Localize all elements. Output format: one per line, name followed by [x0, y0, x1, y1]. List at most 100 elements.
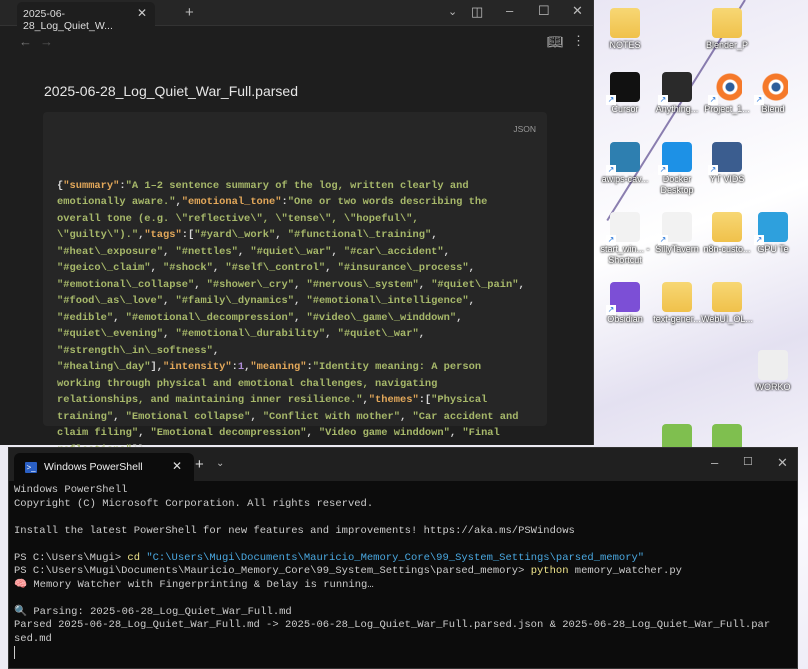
desktop-icon[interactable]: GPU Te	[746, 212, 800, 255]
close-tab-icon[interactable]: ✕	[137, 6, 147, 20]
code-token: "#strength\_in\_softness"	[57, 344, 213, 357]
terminal-text: cd	[127, 551, 147, 564]
code-token: emotionally aware."	[57, 196, 176, 208]
desktop-icon[interactable]: Cursor	[598, 72, 652, 115]
app-icon	[754, 72, 788, 105]
code-token: "#family\_dynamics"	[175, 295, 294, 307]
code-token: ,	[163, 328, 176, 340]
code-token: "tags"	[144, 229, 182, 241]
close-window-icon[interactable]: ✕	[777, 455, 788, 471]
code-token: claim filing"	[57, 427, 139, 439]
minimize-icon[interactable]: –	[506, 3, 513, 18]
chevron-down-icon[interactable]: ⌄	[448, 5, 457, 18]
dropdown-chevron-icon[interactable]: ⌄	[216, 458, 224, 469]
desktop-icon[interactable]: start_win... - Shortcut	[598, 212, 652, 266]
code-line: relationships, and maintaining inner res…	[57, 392, 547, 409]
code-token: "#nettles"	[175, 245, 238, 258]
code-token: "meaning"	[250, 361, 307, 373]
new-tab-icon[interactable]: +	[195, 456, 204, 473]
code-token: :[	[181, 229, 195, 241]
powershell-icon: >_	[25, 462, 37, 473]
code-token: "#edible"	[57, 311, 114, 324]
desktop-icon[interactable]: Obsidian	[598, 282, 652, 325]
terminal-text: "C:\Users\Mugi\Documents\Mauricio_Memory…	[146, 551, 645, 564]
app-icon	[708, 142, 742, 175]
code-token: overall tone (e.g. \"reflective\", \"ten…	[57, 212, 419, 225]
code-token: ,	[325, 328, 338, 340]
desktop-icon-label: Blend	[761, 104, 785, 114]
code-line: "#heat\_exposure", "#nettles", "#quiet\_…	[57, 244, 547, 261]
desktop-icon[interactable]: awips-cav...	[598, 142, 652, 185]
code-token: ,	[293, 295, 307, 307]
back-arrow-icon[interactable]: ←	[19, 34, 32, 49]
terminal-text: Parsed 2025-06-28_Log_Quiet_War_Full.md …	[14, 619, 771, 631]
code-token: ,	[325, 262, 338, 274]
terminal-text: 🔍 Parsing: 2025-06-28_Log_Quiet_War_Full…	[14, 605, 292, 618]
terminal-line: 🔍 Parsing: 2025-06-28_Log_Quiet_War_Full…	[14, 606, 789, 620]
folder-icon	[712, 282, 742, 312]
more-options-icon[interactable]: ⋮	[572, 33, 585, 49]
terminal-tab-bar: >_ Windows PowerShell ✕ + ⌄ – ☐ ✕	[9, 448, 797, 481]
note-title: 2025-06-28_Log_Quiet_War_Full.parsed	[44, 83, 298, 99]
app-icon	[658, 72, 692, 105]
code-token: "#healing\_day"	[57, 361, 151, 373]
desktop-icon[interactable]: WORKO	[746, 350, 800, 393]
terminal-line: sed.md	[14, 633, 789, 647]
new-tab-icon[interactable]: +	[185, 4, 194, 21]
reading-view-icon[interactable]: 📖︎	[547, 34, 564, 50]
app-icon	[606, 212, 640, 245]
app-icon	[658, 212, 692, 245]
code-token: ,	[418, 328, 425, 340]
code-token: "#quiet\_evening"	[57, 328, 164, 340]
app-icon	[658, 142, 692, 175]
minimize-icon[interactable]: –	[711, 455, 718, 470]
folder-icon	[712, 8, 742, 38]
code-line: "#emotional\_collapse", "#shower\_cry", …	[57, 277, 547, 294]
sidebar-toggle-icon[interactable]: ◫	[471, 4, 483, 20]
desktop-icon[interactable]: NOTES	[598, 8, 652, 51]
code-token: "Video game winddown"	[318, 427, 450, 439]
code-token: relationships, and maintaining inner res…	[57, 394, 363, 406]
forward-arrow-icon[interactable]: →	[40, 34, 53, 49]
terminal-line: Install the latest PowerShell for new fe…	[14, 525, 789, 539]
desktop-icon-label: start_win... - Shortcut	[600, 244, 650, 265]
desktop-icon[interactable]: text-gener...	[650, 282, 704, 325]
maximize-icon[interactable]: ☐	[743, 455, 753, 468]
desktop-icon-label: Cursor	[611, 104, 639, 114]
terminal-text: python	[530, 565, 569, 577]
desktop-icon[interactable]: Blender_P	[700, 8, 754, 51]
code-language-label: JSON	[513, 124, 536, 134]
code-token: ,	[331, 245, 344, 258]
close-tab-icon[interactable]: ✕	[172, 459, 182, 473]
desktop-icon[interactable]: SillyTavern	[650, 212, 704, 255]
code-token: "#insurance\_process"	[337, 262, 469, 274]
desktop-icon-label: WORKO	[755, 382, 791, 392]
desktop-icon[interactable]: WebUI_OL...	[700, 282, 754, 325]
terminal-text: PS C:\Users\Mugi\Documents\Mauricio_Memo…	[14, 565, 531, 577]
desktop-icon[interactable]: Blend	[746, 72, 800, 115]
note-tab[interactable]: 2025-06-28_Log_Quiet_W... ✕	[17, 2, 155, 32]
terminal-output[interactable]: Windows PowerShell Copyright (C) Microsof…	[14, 484, 789, 661]
code-token: ,	[163, 295, 176, 307]
terminal-line: PS C:\Users\Mugi> cd "C:\Users\Mugi\Docu…	[14, 552, 789, 566]
desktop-icon-label: Anything...	[655, 104, 699, 114]
close-window-icon[interactable]: ✕	[572, 3, 583, 19]
desktop-icon[interactable]: Docker Desktop	[650, 142, 704, 196]
code-token: ,	[212, 262, 226, 274]
code-token: "Final	[462, 427, 500, 439]
folder-icon	[662, 282, 692, 312]
code-token: ,	[250, 410, 263, 423]
prompt-line[interactable]	[14, 646, 789, 661]
maximize-icon[interactable]: ☐	[538, 3, 550, 19]
code-line: emotionally aware.","emotional_tone":"On…	[57, 194, 547, 211]
powershell-tab[interactable]: >_ Windows PowerShell ✕	[14, 453, 194, 481]
json-code-block[interactable]: JSON {"summary":"A 1–2 sentence summary …	[43, 112, 547, 456]
code-token: ,	[113, 410, 126, 423]
powershell-window: >_ Windows PowerShell ✕ + ⌄ – ☐ ✕ Window…	[8, 447, 798, 669]
code-token: \"guilty\")."	[57, 229, 139, 241]
code-token: "#quiet\_pain"	[431, 278, 519, 291]
app-icon	[606, 142, 640, 175]
desktop-icon[interactable]: YT VIDS	[700, 142, 754, 185]
desktop-icon[interactable]: Anything...	[650, 72, 704, 115]
